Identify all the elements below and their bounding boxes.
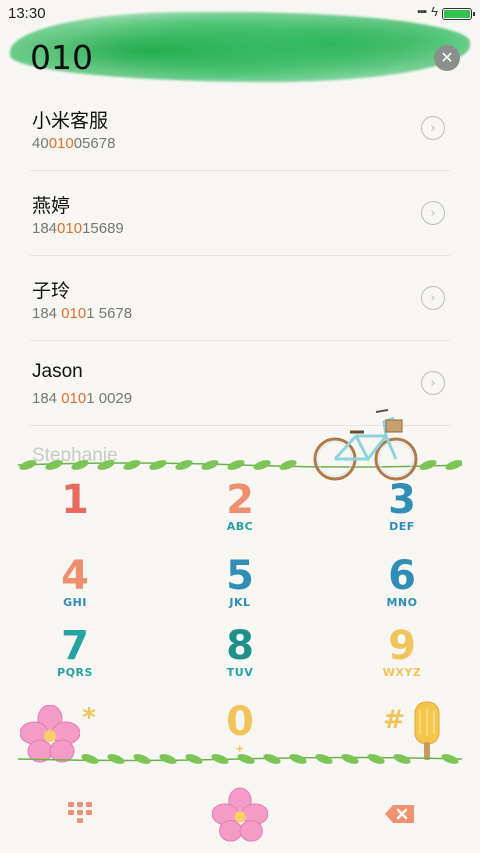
- result-row[interactable]: 燕婷 18401015689 ›: [30, 171, 450, 256]
- charging-icon: ϟ: [431, 4, 438, 19]
- key-8[interactable]: 8 TUV: [180, 624, 300, 694]
- signal-icon: ▪▪▪: [417, 6, 427, 18]
- result-row[interactable]: 子玲 184 0101 5678 ›: [30, 256, 450, 341]
- contact-name: 子玲: [32, 281, 71, 302]
- dialpad-icon[interactable]: [68, 802, 92, 824]
- contact-number: 4001005678: [32, 135, 116, 152]
- result-row[interactable]: 小米客服 4001005678 ›: [30, 86, 450, 171]
- contact-detail-button[interactable]: ›: [421, 116, 445, 140]
- key-6[interactable]: 6 MNO: [342, 554, 462, 624]
- key-9[interactable]: 9 WXYZ: [342, 624, 462, 694]
- key-5[interactable]: 5 JKL: [180, 554, 300, 624]
- contact-name: 小米客服: [32, 111, 109, 132]
- chevron-right-icon: ›: [430, 290, 436, 306]
- clear-button[interactable]: ✕: [434, 45, 460, 71]
- contact-name: 燕婷: [32, 196, 71, 217]
- contact-detail-button[interactable]: ›: [421, 201, 445, 225]
- contact-number: 18401015689: [32, 220, 124, 237]
- close-icon: ✕: [440, 48, 454, 67]
- key-7[interactable]: 7 PQRS: [15, 624, 135, 694]
- dial-number-input[interactable]: 010: [30, 38, 93, 77]
- key-1[interactable]: 1: [15, 478, 135, 548]
- call-button[interactable]: [212, 787, 268, 843]
- contact-detail-button[interactable]: ›: [421, 371, 445, 395]
- contact-name: Jason: [32, 361, 83, 382]
- leaf-vine-icon: [18, 754, 462, 764]
- key-2[interactable]: 2 ABC: [180, 478, 300, 548]
- backspace-icon[interactable]: [384, 804, 416, 824]
- chevron-right-icon: ›: [430, 120, 436, 136]
- status-time: 13:30: [8, 5, 46, 22]
- dialer-bottom-bar: [0, 775, 480, 853]
- contact-number: 184 0101 5678: [32, 305, 133, 322]
- contact-number: 184 0101 0029: [32, 390, 133, 407]
- key-3[interactable]: 3 DEF: [342, 478, 462, 548]
- contact-detail-button[interactable]: ›: [421, 286, 445, 310]
- chevron-right-icon: ›: [430, 375, 436, 391]
- search-results: 小米客服 4001005678 › 燕婷 18401015689 › 子玲 18…: [0, 86, 480, 426]
- chevron-right-icon: ›: [430, 205, 436, 221]
- key-4[interactable]: 4 GHI: [15, 554, 135, 624]
- battery-icon: [442, 8, 475, 20]
- bicycle-icon: [313, 409, 418, 481]
